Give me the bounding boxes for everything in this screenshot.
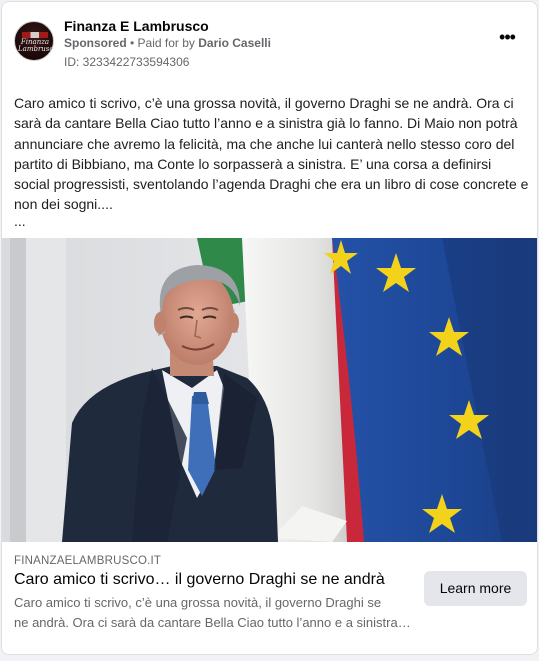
- page-name-link[interactable]: Finanza E Lambrusco: [64, 18, 209, 34]
- sponsored-label[interactable]: Sponsored: [64, 36, 127, 50]
- avatar-logo-text-2: Lambrusco: [18, 45, 54, 53]
- ad-image-photo: [2, 238, 537, 542]
- paid-for-name: Dario Caselli: [198, 36, 271, 50]
- see-more-ellipsis[interactable]: ...: [14, 213, 26, 229]
- link-preview[interactable]: FINANZAELAMBRUSCO.IT Caro amico ti scriv…: [2, 542, 537, 654]
- three-dots-icon[interactable]: •••: [497, 28, 517, 48]
- link-headline[interactable]: Caro amico ti scrivo… il governo Draghi …: [14, 571, 414, 589]
- ad-card: Finanza Lambrusco Finanza E Lambrusco Sp…: [1, 1, 538, 655]
- paid-for-prefix: • Paid for by: [126, 36, 199, 50]
- post-body-text: Caro amico ti scrivo, c’è una grossa nov…: [14, 95, 529, 213]
- link-description-line2: ne andrà. Ora ci sarà da cantare Bella C…: [14, 615, 414, 630]
- ad-image[interactable]: [2, 238, 537, 542]
- post-header: Finanza Lambrusco Finanza E Lambrusco Sp…: [14, 16, 525, 72]
- link-domain: FINANZAELAMBRUSCO.IT: [14, 555, 162, 567]
- ad-id: ID: 3233422733594306: [64, 55, 190, 69]
- link-description: Caro amico ti scrivo, c’è una grossa nov…: [14, 593, 414, 633]
- sponsor-meta: Sponsored • Paid for by Dario Caselli: [64, 36, 271, 50]
- page-avatar[interactable]: Finanza Lambrusco: [14, 21, 54, 61]
- link-description-line1: Caro amico ti scrivo, c’è una grossa nov…: [14, 595, 382, 610]
- learn-more-button[interactable]: Learn more: [424, 571, 527, 606]
